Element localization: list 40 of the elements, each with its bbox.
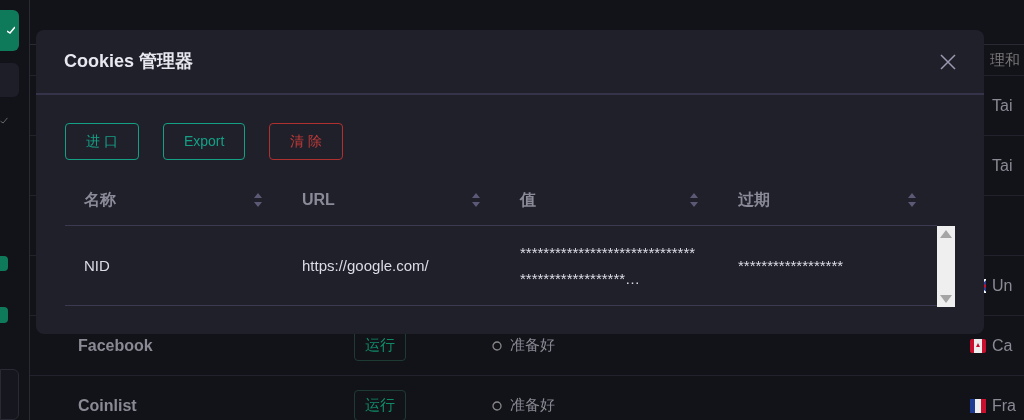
close-icon[interactable] bbox=[940, 53, 956, 70]
column-header: 名称 bbox=[84, 189, 116, 210]
flag-icon bbox=[970, 398, 986, 413]
column-header: 理和 bbox=[990, 49, 1021, 70]
table-cell-text: ************************************************… bbox=[520, 242, 697, 289]
dialog-title: Cookies 管理器 bbox=[64, 50, 194, 73]
status-text: 准备好 bbox=[510, 395, 555, 416]
profile-name: Coinlist bbox=[78, 396, 137, 414]
column-header: 值 bbox=[520, 189, 536, 210]
sort-icon[interactable] bbox=[689, 191, 699, 208]
toolbar-button[interactable]: Export bbox=[162, 123, 246, 160]
sidebar-item[interactable] bbox=[0, 10, 19, 51]
table-cell-text: ****************** bbox=[738, 255, 844, 276]
scrollbar[interactable] bbox=[937, 226, 955, 307]
check-icon bbox=[7, 26, 15, 35]
profile-name: Facebook bbox=[78, 336, 153, 354]
badge-icon bbox=[0, 307, 8, 323]
country-name: Ca bbox=[992, 335, 1013, 356]
run-button[interactable]: 运行 bbox=[354, 390, 406, 420]
sort-icon[interactable] bbox=[253, 191, 263, 208]
sort-icon[interactable] bbox=[907, 191, 917, 208]
badge-icon bbox=[0, 255, 8, 272]
status-circle-icon bbox=[492, 400, 502, 411]
flag-icon bbox=[970, 338, 986, 353]
toolbar-button[interactable]: 清 除 bbox=[269, 123, 344, 160]
scroll-up-icon[interactable] bbox=[940, 230, 952, 238]
country-name: Un bbox=[992, 275, 1013, 296]
table-cell-text: NID bbox=[84, 255, 110, 276]
country-name: Tai bbox=[992, 155, 1013, 176]
country-name: Tai bbox=[992, 95, 1013, 116]
column-header: URL bbox=[302, 189, 335, 210]
country-name: Fra bbox=[992, 395, 1016, 416]
scroll-down-icon[interactable] bbox=[940, 295, 952, 303]
sort-icon[interactable] bbox=[471, 191, 481, 208]
toolbar-button[interactable]: 进 口 bbox=[65, 123, 139, 160]
check-icon bbox=[0, 117, 8, 124]
status-text: 准备好 bbox=[510, 335, 555, 356]
column-header: 过期 bbox=[738, 189, 770, 210]
status-circle-icon bbox=[492, 340, 502, 351]
table-cell-text: https://google.com/ bbox=[302, 255, 429, 276]
